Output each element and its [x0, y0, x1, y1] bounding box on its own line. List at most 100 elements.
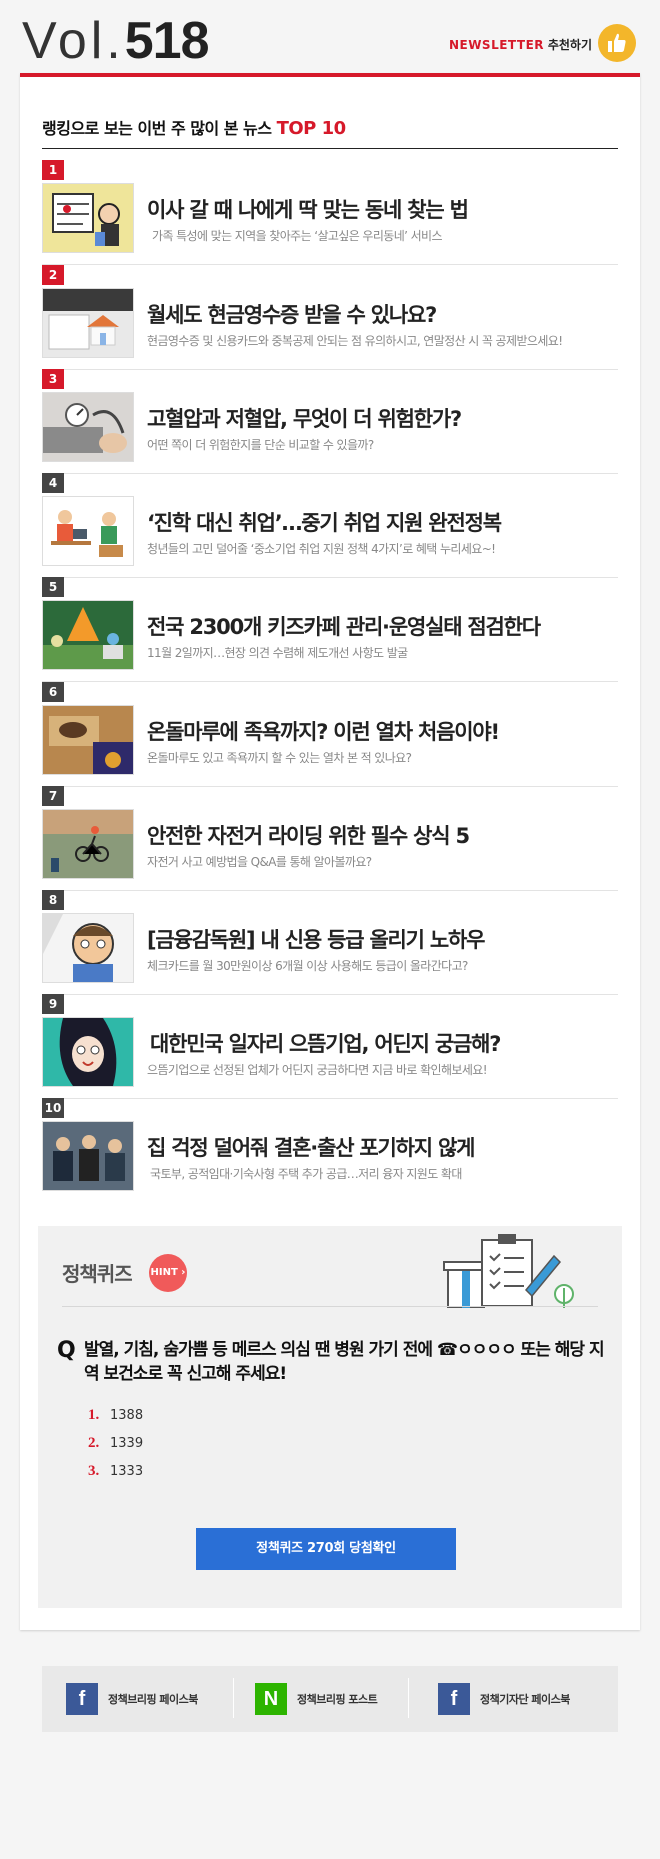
- social-label: 정책브리핑 포스트: [297, 1693, 378, 1706]
- option-text: 1388: [110, 1408, 144, 1423]
- option-text: 1333: [110, 1464, 144, 1479]
- news-thumbnail[interactable]: [42, 288, 134, 358]
- recommend-label: 추천하기: [547, 38, 592, 52]
- ranking-card: 랭킹으로 보는 이번 주 많이 본 뉴스 TOP 10 1 이사 갈 때 나에게…: [20, 73, 640, 1630]
- quiz-winner-check-button[interactable]: 정책퀴즈 270회 당첨확인: [196, 1528, 456, 1570]
- social-divider: [233, 1678, 234, 1718]
- news-subtitle: 청년들의 고민 덜어줄 ‘중소기업 취업 지원 정책 4가지’로 혜택 누리세요…: [147, 542, 496, 556]
- facebook-icon: f: [66, 1683, 98, 1715]
- quiz-divider: [62, 1306, 598, 1307]
- news-item[interactable]: 5 전국 2300개 키즈카페 관리·운영실태 점검한다 11월 2일까지…현장…: [42, 577, 618, 682]
- quiz-title: 정책퀴즈: [62, 1262, 133, 1286]
- news-thumbnail[interactable]: [42, 705, 134, 775]
- news-subtitle: 으뜸기업으로 선정된 업체가 어딘지 궁금하다면 지금 바로 확인해보세요!: [147, 1063, 488, 1077]
- office-illustration: [43, 497, 133, 565]
- news-subtitle: 자전거 사고 예방법을 Q&A를 통해 알아볼까요?: [147, 855, 372, 869]
- news-item[interactable]: 9 대한민국 일자리 으뜸기업, 어딘지 궁금해? 으뜸기업으로 선정된 업체가…: [42, 994, 618, 1099]
- volume-prefix: Vol.: [22, 12, 125, 70]
- quiz-option[interactable]: 2. 1339: [88, 1435, 143, 1452]
- quiz-question: 발열, 기침, 숨가쁨 등 메르스 의심 땐 병원 가기 전에 ☎ㅇㅇㅇㅇ 또는…: [84, 1340, 605, 1384]
- news-thumbnail[interactable]: [42, 496, 134, 566]
- news-title[interactable]: 집 걱정 덜어줘 결혼·출산 포기하지 않게: [147, 1132, 475, 1162]
- rank-badge: 7: [42, 786, 64, 806]
- news-item[interactable]: 8 [금융감독원] 내 신용 등급 올리기 노하우 체크카드를 월 30만원이상…: [42, 890, 618, 995]
- news-thumbnail[interactable]: [42, 1121, 134, 1191]
- news-title[interactable]: 대한민국 일자리 으뜸기업, 어딘지 궁금해?: [150, 1028, 501, 1058]
- news-title[interactable]: 온돌마루에 족욕까지? 이런 열차 처음이야!: [147, 716, 500, 746]
- rank-badge: 2: [42, 265, 64, 285]
- train-interior-photo: [43, 706, 133, 774]
- news-item[interactable]: 7 안전한 자전거 라이딩 위한 필수 상식 5 자전거 사고 예방법을 Q&A…: [42, 786, 618, 891]
- rank-badge: 5: [42, 577, 64, 597]
- news-item[interactable]: 2 월세도 현금영수증 받을 수 있나요? 현금영수증 및 신용카드와 중복공제…: [42, 265, 618, 370]
- news-subtitle: 11월 2일까지…현장 의견 수렴해 제도개선 사항도 발굴: [147, 646, 408, 660]
- social-label: 정책기자단 페이스북: [480, 1693, 570, 1706]
- news-title[interactable]: ‘진학 대신 취업’…중기 취업 지원 완전정복: [147, 507, 502, 537]
- news-thumbnail[interactable]: [42, 392, 134, 462]
- newsletter-page: Vol.518 NEWSLETTER 추천하기 랭킹으로 보는 이번 주 많이 …: [0, 0, 660, 1859]
- social-divider: [408, 1678, 409, 1718]
- news-item[interactable]: 1 이사 갈 때 나에게 딱 맞는 동네 찾는 법 가족 특성에 맞는 지역을 …: [42, 160, 618, 265]
- rank-badge: 6: [42, 682, 64, 702]
- news-subtitle: 어떤 쪽이 더 위험한지를 단순 비교할 수 있을까?: [147, 438, 374, 452]
- hint-button[interactable]: HINT ›: [149, 1254, 187, 1292]
- header: Vol.518 NEWSLETTER 추천하기: [0, 0, 660, 80]
- cartoon-man-illustration: [43, 914, 133, 982]
- ranking-title: 랭킹으로 보는 이번 주 많이 본 뉴스 TOP 10: [42, 115, 346, 139]
- news-thumbnail[interactable]: [42, 809, 134, 879]
- social-links: f 정책브리핑 페이스북 N 정책브리핑 포스트 f 정책기자단 페이스북: [42, 1666, 618, 1732]
- question-mark: Q: [57, 1338, 76, 1363]
- news-subtitle: 온돌마루도 있고 족욕까지 할 수 있는 열차 본 적 있나요?: [147, 751, 412, 765]
- news-item[interactable]: 4 ‘진학 대신 취업’…중기 취업 지원 완전정복 청년들의 고민 덜어줄 ‘…: [42, 473, 618, 578]
- news-title[interactable]: 이사 갈 때 나에게 딱 맞는 동네 찾는 법: [147, 194, 469, 224]
- rank-badge: 4: [42, 473, 64, 493]
- rank-badge: 8: [42, 890, 64, 910]
- news-title[interactable]: [금융감독원] 내 신용 등급 올리기 노하우: [147, 924, 485, 954]
- blood-pressure-illustration: [43, 393, 133, 461]
- news-thumbnail[interactable]: [42, 600, 134, 670]
- quiz-option[interactable]: 1. 1388: [88, 1407, 143, 1424]
- policy-quiz: 정책퀴즈 HINT › Q 발열, 기침, 숨가쁨 등 메르스 의심 땐 병원 …: [38, 1226, 622, 1608]
- news-thumbnail[interactable]: [42, 183, 134, 253]
- house-illustration: [43, 289, 133, 357]
- hint-label: HINT: [150, 1267, 178, 1278]
- news-thumbnail[interactable]: [42, 913, 134, 983]
- option-text: 1339: [110, 1436, 144, 1451]
- news-subtitle: 국토부, 공적임대·기숙사형 주택 추가 공급…저리 융자 지원도 확대: [150, 1167, 462, 1181]
- volume-label: Vol.518: [22, 8, 209, 74]
- rank-badge: 1: [42, 160, 64, 180]
- news-subtitle: 가족 특성에 맞는 지역을 찾아주는 ‘살고싶은 우리동네’ 서비스: [152, 229, 443, 243]
- title-divider: [42, 148, 618, 149]
- option-number: 2.: [88, 1435, 100, 1451]
- option-number: 1.: [88, 1407, 100, 1423]
- rank-badge: 9: [42, 994, 64, 1014]
- news-title[interactable]: 안전한 자전거 라이딩 위한 필수 상식 5: [147, 820, 470, 850]
- officials-photo: [43, 1122, 133, 1190]
- option-number: 3.: [88, 1463, 100, 1479]
- newsletter-recommend-link[interactable]: NEWSLETTER 추천하기: [449, 36, 592, 53]
- news-item[interactable]: 10 집 걱정 덜어줘 결혼·출산 포기하지 않게 국토부, 공적임대·기숙사형…: [42, 1098, 618, 1202]
- rank-badge: 3: [42, 369, 64, 389]
- news-title[interactable]: 월세도 현금영수증 받을 수 있나요?: [147, 299, 437, 329]
- map-illustration: [43, 184, 133, 252]
- news-item[interactable]: 6 온돌마루에 족욕까지? 이런 열차 처음이야! 온돌마루도 있고 족욕까지 …: [42, 682, 618, 787]
- news-title[interactable]: 고혈압과 저혈압, 무엇이 더 위험한가?: [147, 403, 462, 433]
- social-label: 정책브리핑 페이스북: [108, 1693, 198, 1706]
- news-subtitle: 체크카드를 월 30만원이상 6개월 이상 사용해도 등급이 올라간다고?: [147, 959, 468, 973]
- checklist-illustration: [443, 1234, 574, 1308]
- facebook-icon: f: [438, 1683, 470, 1715]
- kids-cafe-photo: [43, 601, 133, 669]
- cartoon-girl-illustration: [43, 1018, 133, 1086]
- news-item[interactable]: 3 고혈압과 저혈압, 무엇이 더 위험한가? 어떤 쪽이 더 위험한지를 단순…: [42, 369, 618, 474]
- news-subtitle: 현금영수증 및 신용카드와 중복공제 안되는 점 유의하시고, 연말정산 시 꼭…: [147, 334, 563, 348]
- ranking-title-main: 랭킹으로 보는 이번 주 많이 본 뉴스: [42, 119, 277, 138]
- volume-number: 518: [124, 12, 210, 70]
- quiz-option[interactable]: 3. 1333: [88, 1463, 143, 1480]
- rank-badge: 10: [42, 1098, 64, 1118]
- newsletter-label: NEWSLETTER: [448, 38, 544, 52]
- bicycle-photo: [43, 810, 133, 878]
- news-thumbnail[interactable]: [42, 1017, 134, 1087]
- news-title[interactable]: 전국 2300개 키즈카페 관리·운영실태 점검한다: [147, 611, 541, 641]
- thumbs-up-icon: [608, 33, 626, 52]
- recommend-button[interactable]: [598, 24, 636, 62]
